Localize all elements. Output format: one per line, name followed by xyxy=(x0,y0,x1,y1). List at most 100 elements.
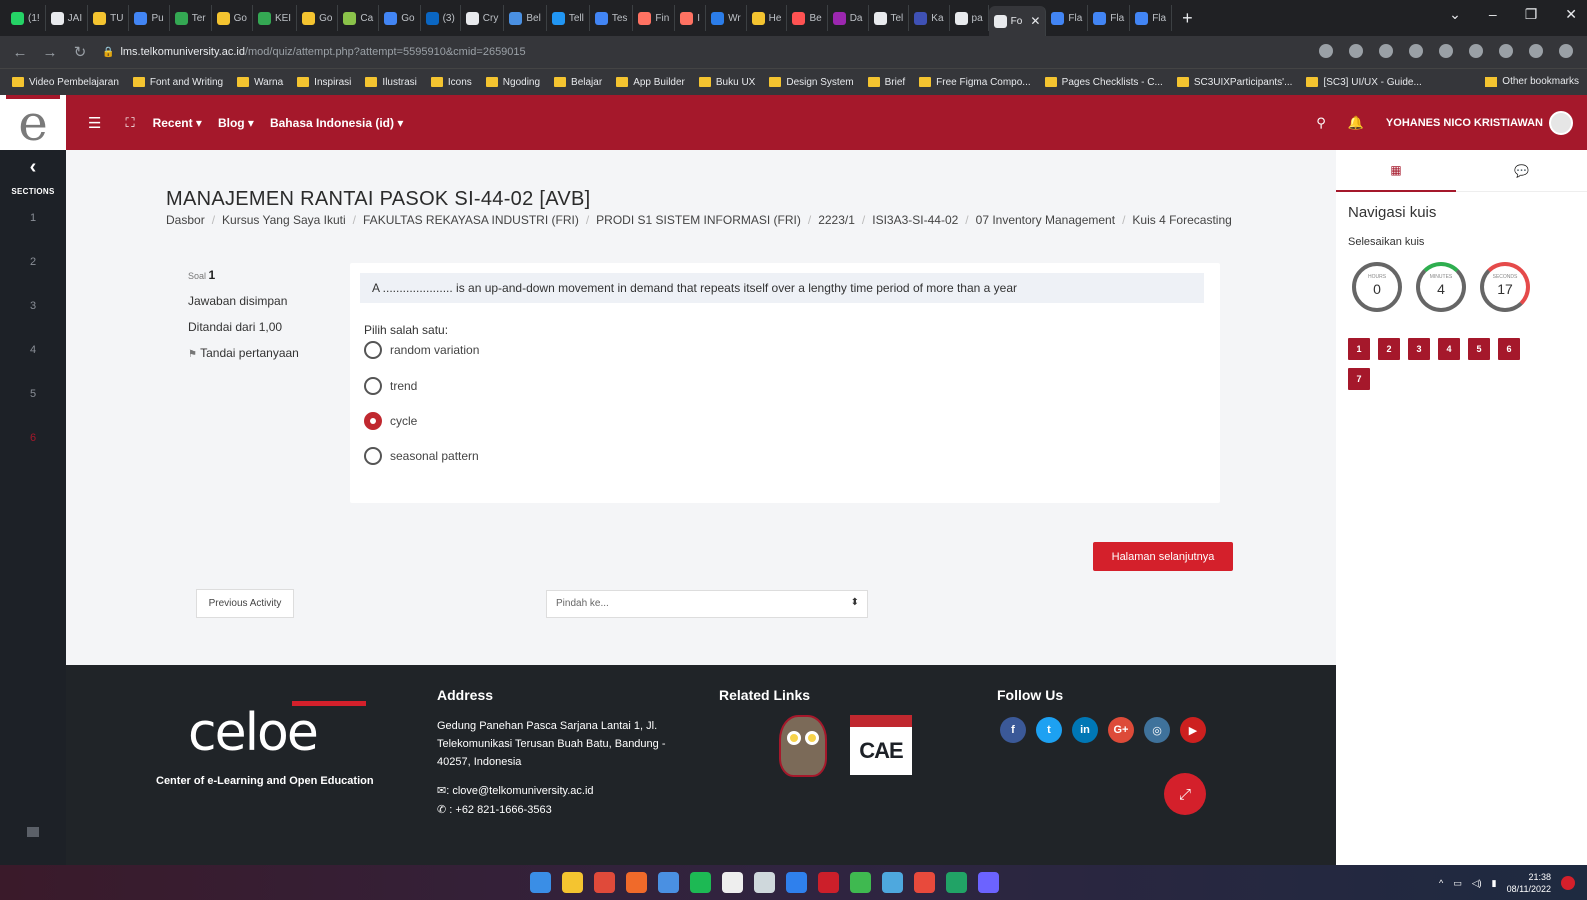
instagram-icon[interactable]: ◎ xyxy=(1144,717,1170,743)
chevron-down-icon[interactable]: ⌄ xyxy=(1449,6,1461,23)
question-nav-button[interactable]: 2 xyxy=(1378,338,1400,360)
bookmark-item[interactable]: Icons xyxy=(430,77,472,88)
new-tab-button[interactable]: + xyxy=(1182,8,1193,29)
radio-button[interactable] xyxy=(364,447,382,465)
volume-icon[interactable]: ◁) xyxy=(1472,878,1482,889)
browser-tab[interactable]: Fla xyxy=(1088,5,1131,31)
finish-quiz-link[interactable]: Selesaikan kuis xyxy=(1348,236,1424,248)
fullscreen-icon[interactable]: ⛶ xyxy=(125,115,134,131)
browser-tab[interactable]: Fo ✕ xyxy=(988,6,1047,36)
hamburger-menu-icon[interactable]: ☰ xyxy=(88,114,101,132)
section-item[interactable]: 1 xyxy=(0,196,66,240)
browser-tab[interactable]: Be xyxy=(787,5,828,31)
question-nav-button[interactable]: 7 xyxy=(1348,368,1370,390)
url-field[interactable]: 🔒 lms.telkomuniversity.ac.id/mod/quiz/at… xyxy=(102,46,526,58)
battery-icon[interactable]: ▮ xyxy=(1492,878,1497,889)
section-item[interactable]: 3 xyxy=(0,284,66,328)
section-item[interactable]: 6 xyxy=(0,416,66,460)
breadcrumb-item[interactable]: Kursus Yang Saya Ikuti xyxy=(222,213,346,227)
section-item[interactable]: 4 xyxy=(0,328,66,372)
google-plus-icon[interactable]: G+ xyxy=(1108,717,1134,743)
app-icon[interactable] xyxy=(658,872,679,893)
reload-button[interactable]: ↻ xyxy=(72,43,88,61)
tab-quiz-navigation[interactable]: ▦ xyxy=(1336,150,1456,192)
google-icon[interactable] xyxy=(1319,44,1333,58)
chrome-icon[interactable] xyxy=(594,872,615,893)
edge-icon[interactable] xyxy=(850,872,871,893)
app-icon[interactable] xyxy=(754,872,775,893)
bookmark-item[interactable]: Video Pembelajaran xyxy=(12,77,119,88)
breadcrumb-item[interactable]: PRODI S1 SISTEM INFORMASI (FRI) xyxy=(596,213,801,227)
browser-tab[interactable]: Go xyxy=(379,5,421,31)
owl-logo-link[interactable] xyxy=(779,715,827,777)
bookmark-item[interactable]: Free Figma Compo... xyxy=(919,77,1031,88)
browser-tab[interactable]: Pu xyxy=(129,5,170,31)
bookmark-item[interactable]: App Builder xyxy=(616,77,685,88)
browser-tab[interactable]: Go xyxy=(297,5,339,31)
browser-tab[interactable]: Cry xyxy=(461,5,505,31)
answer-option[interactable]: trend xyxy=(364,377,417,395)
section-item[interactable]: 5 xyxy=(0,372,66,416)
question-nav-button[interactable]: 6 xyxy=(1498,338,1520,360)
facebook-icon[interactable]: f xyxy=(1000,717,1026,743)
browser-tab[interactable]: He xyxy=(747,5,788,31)
forward-button[interactable]: → xyxy=(42,44,58,61)
bookmark-item[interactable]: Brief xyxy=(867,77,905,88)
bookmark-item[interactable]: SC3UIXParticipants'... xyxy=(1176,77,1292,88)
chevron-up-icon[interactable]: ^ xyxy=(1439,878,1443,888)
browser-tab[interactable]: Fla xyxy=(1130,5,1173,31)
bookmark-item[interactable]: [SC3] UI/UX - Guide... xyxy=(1306,77,1422,88)
browser-tab[interactable]: Fla xyxy=(1046,5,1089,31)
sidebar-icon[interactable] xyxy=(1529,44,1543,58)
browser-tab[interactable]: I xyxy=(675,5,707,31)
breadcrumb-item[interactable]: 2223/1 xyxy=(818,213,855,227)
bell-icon[interactable]: 🔔 xyxy=(1348,115,1364,131)
browser-tab[interactable]: Tes xyxy=(590,5,634,31)
avatar[interactable] xyxy=(1549,110,1573,135)
answer-option[interactable]: random variation xyxy=(364,341,479,359)
answer-option[interactable]: seasonal pattern xyxy=(364,447,479,465)
share-icon[interactable] xyxy=(1349,44,1363,58)
bookmark-item[interactable]: Warna xyxy=(237,77,283,88)
radio-button[interactable] xyxy=(364,412,382,430)
cae-logo-link[interactable]: CAE xyxy=(850,715,912,775)
bookmark-item[interactable]: Inspirasi xyxy=(297,77,351,88)
puzzle-icon[interactable] xyxy=(1499,44,1513,58)
menu-language[interactable]: Bahasa Indonesia (id) ▾ xyxy=(270,116,403,130)
footer-email[interactable]: ✉: clove@telkomuniversity.ac.id xyxy=(437,782,594,801)
browser-tab[interactable]: TU xyxy=(88,5,130,31)
windows-start-icon[interactable] xyxy=(530,872,551,893)
question-nav-button[interactable]: 4 xyxy=(1438,338,1460,360)
other-bookmarks[interactable]: Other bookmarks xyxy=(1485,76,1579,87)
twitter-icon[interactable]: t xyxy=(1036,717,1062,743)
spotify-icon[interactable] xyxy=(690,872,711,893)
excel-icon[interactable] xyxy=(946,872,967,893)
back-button[interactable]: ← xyxy=(12,44,28,61)
tab-messages[interactable]: 💬 xyxy=(1456,150,1587,192)
browser-tab[interactable]: Ka xyxy=(909,5,950,31)
jump-to-select[interactable]: Pindah ke... ⬍ xyxy=(546,590,868,618)
browser-tab[interactable]: Ter xyxy=(170,5,212,31)
breadcrumb-item[interactable]: ISI3A3-SI-44-02 xyxy=(872,213,958,227)
bookmark-item[interactable]: Pages Checklists - C... xyxy=(1044,77,1163,88)
linkedin-icon[interactable]: in xyxy=(1072,717,1098,743)
clock[interactable]: 21:38 08/11/2022 xyxy=(1507,871,1551,895)
site-logo[interactable]: e xyxy=(0,95,66,150)
question-nav-button[interactable]: 5 xyxy=(1468,338,1490,360)
previous-activity-button[interactable]: Previous Activity xyxy=(196,589,294,618)
browser-tab[interactable]: JAI xyxy=(46,5,89,31)
bookmark-item[interactable]: Ilustrasi xyxy=(365,77,417,88)
bookmark-item[interactable]: Buku UX xyxy=(698,77,755,88)
bookmark-item[interactable]: Design System xyxy=(769,77,854,88)
bookmark-item[interactable]: Ngoding xyxy=(485,77,540,88)
breadcrumb-item[interactable]: FAKULTAS REKAYASA INDUSTRI (FRI) xyxy=(363,213,579,227)
breadcrumb-item[interactable]: 07 Inventory Management xyxy=(976,213,1115,227)
next-page-button[interactable]: Halaman selanjutnya xyxy=(1093,542,1233,571)
browser-tab[interactable]: Go xyxy=(212,5,253,31)
browser-tab[interactable]: KEI xyxy=(253,5,298,31)
close-window-button[interactable]: ✕ xyxy=(1565,6,1577,23)
section-item[interactable]: 2 xyxy=(0,240,66,284)
vscode-icon[interactable] xyxy=(786,872,807,893)
youtube-icon[interactable]: ▶ xyxy=(1180,717,1206,743)
breadcrumb-item[interactable]: Dasbor xyxy=(166,213,205,227)
